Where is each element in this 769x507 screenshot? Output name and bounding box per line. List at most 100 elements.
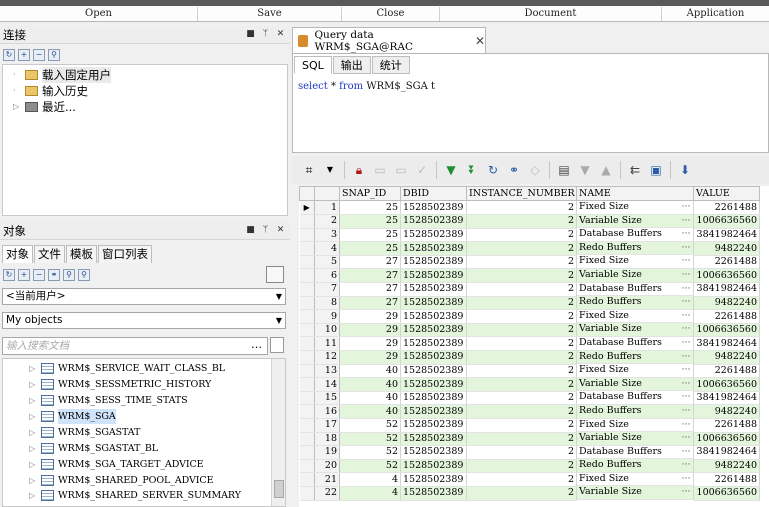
cell-name[interactable]: Database Buffers ··· — [577, 228, 694, 242]
table-row[interactable]: 3 25 1528502389 2 Database Buffers ··· 3841982… — [299, 228, 760, 243]
column-header[interactable]: DBID — [400, 186, 467, 201]
cell-snap-id[interactable]: 52 — [339, 459, 401, 474]
menu-application[interactable]: Application — [662, 7, 769, 21]
cell-snap-id[interactable]: 25 — [339, 214, 401, 229]
ellipsis-icon[interactable]: ··· — [681, 432, 690, 445]
cell-dbid[interactable]: 1528502389 — [400, 486, 467, 501]
cell-snap-id[interactable]: 29 — [339, 309, 401, 324]
tab-window-list[interactable]: 窗口列表 — [98, 245, 152, 263]
table-row[interactable]: 9 29 1528502389 2 Fixed Size ··· 2261488 — [299, 309, 760, 324]
cell-dbid[interactable]: 1528502389 — [400, 418, 467, 433]
cell-value[interactable]: 2261488 — [693, 255, 760, 270]
cell-snap-id[interactable]: 52 — [339, 432, 401, 447]
menu-close[interactable]: Close — [342, 7, 440, 21]
table-row[interactable]: 12 29 1528502389 2 Redo Buffers ··· 9482240 — [299, 350, 760, 365]
column-header[interactable]: VALUE — [693, 186, 760, 201]
close-icon[interactable]: ✕ — [475, 34, 485, 48]
cell-snap-id[interactable]: 27 — [339, 268, 401, 284]
cell-snap-id[interactable]: 40 — [339, 377, 401, 392]
cell-instance-number[interactable]: 2 — [466, 282, 577, 297]
cell-dbid[interactable]: 1528502389 — [400, 268, 467, 284]
cell-name[interactable]: Database Buffers ··· — [577, 391, 694, 405]
ellipsis-icon[interactable]: ··· — [681, 283, 690, 296]
tree-item-history[interactable]: · 输入历史 — [13, 83, 88, 99]
cell-name[interactable]: Redo Buffers ··· — [577, 296, 694, 310]
tree-item-recent[interactable]: ▷ 最近... — [13, 99, 76, 115]
cell-instance-number[interactable]: 2 — [466, 268, 577, 284]
table-row[interactable]: 2 25 1528502389 2 Variable Size ··· 1006636560 — [299, 214, 760, 229]
cell-instance-number[interactable]: 2 — [466, 377, 577, 392]
cell-instance-number[interactable]: 2 — [466, 336, 577, 352]
binoculars-icon[interactable]: ⚭ — [48, 269, 60, 281]
list-item[interactable]: ▷ WRM$_SHARED_POOL_ADVICE — [29, 473, 214, 488]
table-row[interactable]: 22 4 1528502389 2 Variable Size ··· 1006636560 — [299, 486, 760, 501]
cell-value[interactable]: 1006636560 — [693, 486, 760, 501]
add-icon[interactable]: + — [18, 269, 30, 281]
document-tab[interactable]: Query data WRM$_SGA@RAC ✕ — [292, 27, 486, 53]
cell-instance-number[interactable]: 2 — [466, 228, 577, 243]
table-row[interactable]: 7 27 1528502389 2 Database Buffers ··· 3841982… — [299, 282, 760, 297]
cell-name[interactable]: Variable Size ··· — [577, 432, 694, 446]
cell-snap-id[interactable]: 27 — [339, 296, 401, 311]
cell-snap-id[interactable]: 25 — [339, 241, 401, 256]
cell-snap-id[interactable]: 27 — [339, 255, 401, 270]
cell-instance-number[interactable]: 2 — [466, 432, 577, 447]
post-icon[interactable]: ✓ — [415, 163, 429, 177]
export-icon[interactable]: ⬇ — [678, 163, 692, 177]
filter-icon[interactable]: ⚲ — [63, 269, 75, 281]
cell-snap-id[interactable]: 25 — [339, 200, 401, 216]
cell-instance-number[interactable]: 2 — [466, 391, 577, 406]
table-row[interactable]: 4 25 1528502389 2 Redo Buffers ··· 9482240 — [299, 241, 760, 256]
pin-icon[interactable]: ᛘ — [260, 225, 271, 236]
cell-snap-id[interactable]: 40 — [339, 364, 401, 379]
cell-name[interactable]: Variable Size ··· — [577, 377, 694, 392]
cell-instance-number[interactable]: 2 — [466, 200, 577, 216]
ellipsis-icon[interactable]: ··· — [681, 364, 690, 377]
table-row[interactable]: 5 27 1528502389 2 Fixed Size ··· 2261488 — [299, 255, 760, 270]
expand-arrow-icon[interactable]: ▷ — [29, 473, 37, 488]
table-row[interactable]: 10 29 1528502389 2 Variable Size ··· 100663656… — [299, 323, 760, 338]
cell-name[interactable]: Variable Size ··· — [577, 486, 694, 501]
cell-dbid[interactable]: 1528502389 — [400, 364, 467, 379]
cell-dbid[interactable]: 1528502389 — [400, 350, 467, 365]
ellipsis-icon[interactable]: ··· — [681, 486, 690, 499]
close-icon[interactable]: ✕ — [275, 29, 286, 40]
ellipsis-icon[interactable]: ··· — [681, 391, 690, 404]
expand-arrow-icon[interactable]: ▷ — [29, 457, 37, 472]
clear-icon[interactable]: ◇ — [528, 163, 542, 177]
cell-snap-id[interactable]: 27 — [339, 282, 401, 297]
cell-instance-number[interactable]: 2 — [466, 214, 577, 229]
cell-instance-number[interactable]: 2 — [466, 472, 577, 487]
scrollbar-thumb[interactable] — [274, 480, 284, 498]
cell-dbid[interactable]: 1528502389 — [400, 377, 467, 392]
cell-value[interactable]: 9482240 — [693, 241, 760, 256]
remove-icon[interactable]: − — [33, 49, 45, 61]
table-row[interactable]: 14 40 1528502389 2 Variable Size ··· 100663656… — [299, 377, 760, 392]
tab-templates[interactable]: 模板 — [66, 245, 97, 263]
ellipsis-icon[interactable]: ··· — [681, 337, 690, 350]
table-row[interactable]: 6 27 1528502389 2 Variable Size ··· 1006636560 — [299, 268, 760, 284]
cell-value[interactable]: 9482240 — [693, 404, 760, 419]
ellipsis-icon[interactable]: ··· — [681, 215, 690, 228]
table-row[interactable]: 13 40 1528502389 2 Fixed Size ··· 2261488 — [299, 364, 760, 379]
cell-snap-id[interactable]: 4 — [339, 486, 401, 501]
cell-snap-id[interactable]: 25 — [339, 228, 401, 243]
restore-icon[interactable]: ■ — [245, 29, 256, 40]
cell-value[interactable]: 1006636560 — [693, 432, 760, 447]
cell-value[interactable]: 2261488 — [693, 472, 760, 487]
restore-icon[interactable]: ■ — [245, 225, 256, 236]
cell-dbid[interactable]: 1528502389 — [400, 404, 467, 419]
tab-statistics[interactable]: 统计 — [371, 56, 410, 74]
ellipsis-icon[interactable]: ··· — [681, 242, 690, 255]
cell-name[interactable]: Redo Buffers ··· — [577, 404, 694, 419]
menu-save[interactable]: Save — [198, 7, 342, 21]
cell-dbid[interactable]: 1528502389 — [400, 336, 467, 352]
ellipsis-icon[interactable]: ··· — [681, 201, 690, 214]
cell-value[interactable]: 2261488 — [693, 309, 760, 324]
cell-name[interactable]: Fixed Size ··· — [577, 201, 694, 215]
expand-arrow-icon[interactable]: ▷ — [29, 393, 37, 408]
tab-files[interactable]: 文件 — [34, 245, 65, 263]
cell-value[interactable]: 2261488 — [693, 418, 760, 433]
scope-select[interactable]: My objects ▼ — [2, 312, 286, 329]
cell-name[interactable]: Variable Size ··· — [577, 268, 694, 283]
